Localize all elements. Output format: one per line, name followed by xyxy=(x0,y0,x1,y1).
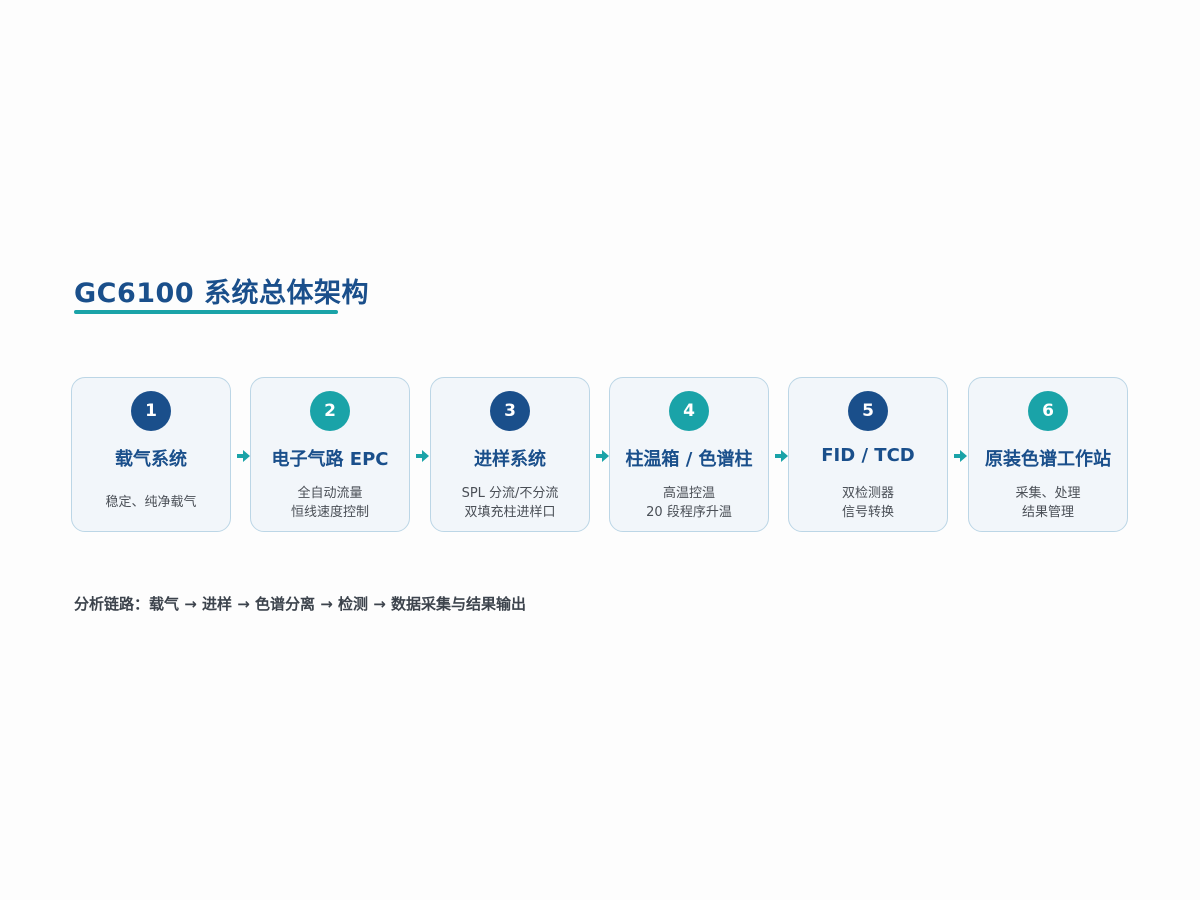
step-description-line: 采集、处理 xyxy=(1015,486,1081,501)
step-description: SPL 分流/不分流 双填充柱进样口 xyxy=(431,484,589,522)
title-block: GC6100 系统总体架构 xyxy=(74,276,370,314)
step-description: 高温控温 20 段程序升温 xyxy=(610,484,768,522)
right-arrow-icon xyxy=(954,450,967,462)
step-title: FID / TCD xyxy=(821,445,915,466)
step-card-5: 5 FID / TCD 双检测器 信号转换 xyxy=(788,377,948,532)
step-description-line: 全自动流量 xyxy=(297,486,363,501)
architecture-flow: 1 载气系统 稳定、纯净载气 2 电子气路 EPC 全自动流量 恒线速度控制 3… xyxy=(71,377,1131,534)
page-title: GC6100 系统总体架构 xyxy=(74,278,370,309)
step-card-6: 6 原装色谱工作站 采集、处理 结果管理 xyxy=(968,377,1128,532)
step-number-badge: 2 xyxy=(310,391,350,431)
step-description-line: 稳定、纯净载气 xyxy=(105,495,197,510)
step-number-badge: 3 xyxy=(490,391,530,431)
step-title: 原装色谱工作站 xyxy=(985,449,1111,470)
right-arrow-icon xyxy=(775,450,788,462)
step-title: 载气系统 xyxy=(115,449,187,470)
step-description: 采集、处理 结果管理 xyxy=(969,484,1127,522)
step-description-line: 双检测器 xyxy=(841,486,894,501)
step-title: 进样系统 xyxy=(474,449,546,470)
step-card-2: 2 电子气路 EPC 全自动流量 恒线速度控制 xyxy=(250,377,410,532)
right-arrow-icon xyxy=(237,450,250,462)
step-description-line: 高温控温 xyxy=(662,486,715,501)
analysis-chain-caption: 分析链路：载气 → 进样 → 色谱分离 → 检测 → 数据采集与结果输出 xyxy=(74,595,527,613)
step-description-line: 信号转换 xyxy=(841,505,894,520)
right-arrow-icon xyxy=(596,450,609,462)
step-description-line: 恒线速度控制 xyxy=(290,505,369,520)
step-number-badge: 4 xyxy=(669,391,709,431)
step-description-line: 双填充柱进样口 xyxy=(464,505,556,520)
step-description-line: 20 段程序升温 xyxy=(646,505,732,520)
step-number-badge: 6 xyxy=(1028,391,1068,431)
step-number-badge: 5 xyxy=(848,391,888,431)
step-description: 全自动流量 恒线速度控制 xyxy=(251,484,409,522)
step-title: 柱温箱 / 色谱柱 xyxy=(625,449,753,470)
step-card-4: 4 柱温箱 / 色谱柱 高温控温 20 段程序升温 xyxy=(609,377,769,532)
step-description-line: SPL 分流/不分流 xyxy=(461,486,559,501)
step-number-badge: 1 xyxy=(131,391,171,431)
step-description: 双检测器 信号转换 xyxy=(789,484,947,522)
step-description: 稳定、纯净载气 xyxy=(72,493,230,512)
right-arrow-icon xyxy=(416,450,429,462)
step-title: 电子气路 EPC xyxy=(271,449,389,470)
title-underline xyxy=(74,310,338,314)
step-card-1: 1 载气系统 稳定、纯净载气 xyxy=(71,377,231,532)
step-card-3: 3 进样系统 SPL 分流/不分流 双填充柱进样口 xyxy=(430,377,590,532)
step-description-line: 结果管理 xyxy=(1021,505,1074,520)
